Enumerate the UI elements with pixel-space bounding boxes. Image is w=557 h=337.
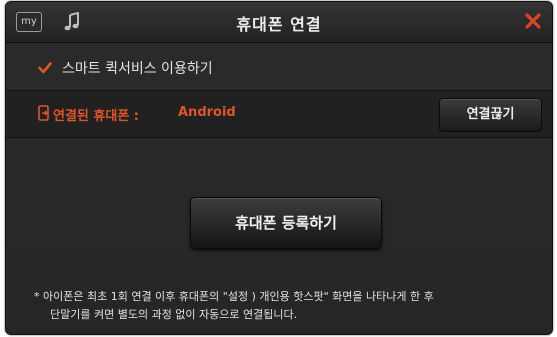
title-bar: my 휴대폰 연결 <box>6 2 552 43</box>
quick-service-label[interactable]: 스마트 퀵서비스 이용하기 <box>62 58 213 78</box>
quick-service-option: 스마트 퀵서비스 이용하기 <box>6 44 552 91</box>
connection-status-row: 연결된 휴대폰 : Android 연결끊기 <box>6 91 552 138</box>
phone-connect-dialog: my 휴대폰 연결 스마트 퀵서비스 이용하기 연결된 휴대폰 : Androi… <box>5 1 553 335</box>
dialog-title: 휴대폰 연결 <box>236 15 322 34</box>
register-phone-button[interactable]: 휴대폰 등록하기 <box>190 197 382 249</box>
phone-link-icon <box>38 105 49 121</box>
connected-phone-label: 연결된 휴대폰 : <box>53 109 140 124</box>
note-line-1: * 아이폰은 최초 1회 연결 이후 휴대폰의 "설정 ) 개인용 핫스팟" 화… <box>34 290 434 303</box>
connected-phone-value: Android <box>178 105 236 120</box>
iphone-note: * 아이폰은 최초 1회 연결 이후 휴대폰의 "설정 ) 개인용 핫스팟" 화… <box>34 288 534 324</box>
close-icon[interactable] <box>524 12 542 30</box>
note-line-2: 단말기를 켜면 별도의 과정 없이 자동으로 연결됩니다. <box>50 308 298 321</box>
checkmark-icon[interactable] <box>38 61 52 75</box>
disconnect-button[interactable]: 연결끊기 <box>439 98 542 132</box>
